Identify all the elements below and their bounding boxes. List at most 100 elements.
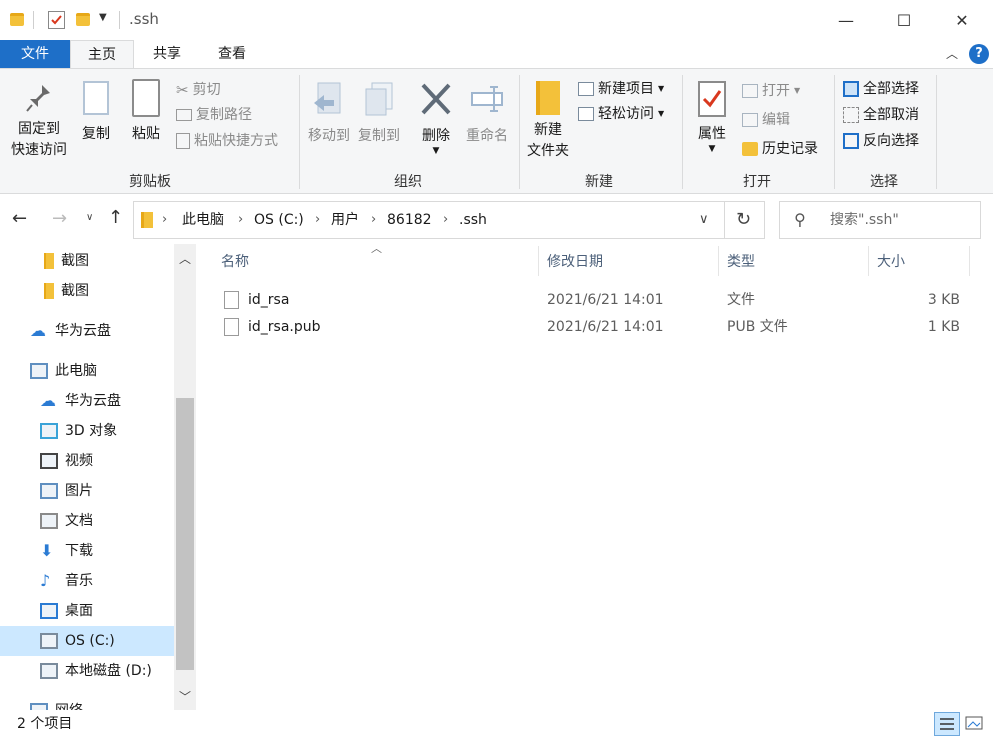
new-folder-button[interactable]: 新建 文件夹 <box>524 81 572 162</box>
refresh-icon[interactable]: ↻ <box>736 209 751 230</box>
breadcrumb-chevron-right-icon[interactable]: › <box>315 202 320 238</box>
nav-item[interactable]: 本地磁盘 (D:) <box>0 656 174 686</box>
column-header-date[interactable]: 修改日期 <box>547 244 603 280</box>
select-none-button[interactable]: 全部取消 <box>843 103 919 127</box>
clipboard-group-label: 剪贴板 <box>129 174 171 190</box>
new-folder-icon[interactable] <box>76 13 90 26</box>
cut-button[interactable]: ✂ 剪切 <box>176 78 221 102</box>
breadcrumb-this-pc[interactable]: 此电脑 <box>182 202 224 238</box>
nav-item[interactable]: 视频 <box>0 446 174 476</box>
help-icon[interactable]: ? <box>969 44 989 64</box>
delete-button[interactable]: 删除 ▼ <box>414 81 458 156</box>
back-arrow-icon[interactable]: ← <box>12 208 27 229</box>
maximize-button[interactable]: ☐ <box>876 0 932 40</box>
search-input[interactable]: 搜索".ssh" <box>830 202 899 238</box>
column-header-type[interactable]: 类型 <box>727 244 755 280</box>
tab-share[interactable]: 共享 <box>136 40 198 68</box>
address-history-chevron-down-icon[interactable]: ∨ <box>699 212 709 227</box>
properties-button[interactable]: 属性 ▼ <box>690 81 734 154</box>
nav-item-label: 音乐 <box>65 573 93 589</box>
paste-label: 粘贴 <box>132 126 160 142</box>
file-row[interactable]: id_rsa 2021/6/21 14:01 文件 3 KB <box>220 287 980 313</box>
recent-locations-chevron-down-icon[interactable]: ∨ <box>86 212 93 223</box>
search-icon: ⚲ <box>794 210 806 229</box>
nav-item-label: 截图 <box>61 253 89 269</box>
forward-arrow-icon[interactable]: → <box>52 208 67 229</box>
breadcrumb-user-86182[interactable]: 86182 <box>387 202 432 238</box>
nav-item-label: 网络 <box>55 696 83 710</box>
pin-to-quick-access-button[interactable]: 固定到 快速访问 <box>6 81 72 161</box>
close-button[interactable]: ✕ <box>934 0 990 40</box>
up-arrow-icon[interactable]: ↑ <box>108 207 123 228</box>
delete-x-icon <box>419 81 453 117</box>
rename-button[interactable]: 重命名 <box>462 81 512 147</box>
tab-file[interactable]: 文件 <box>0 40 70 68</box>
invert-selection-button[interactable]: 反向选择 <box>843 129 919 153</box>
properties-dropdown-chevron-icon[interactable]: ▼ <box>690 145 734 154</box>
collapse-ribbon-chevron-up-icon[interactable]: ︿ <box>946 45 958 62</box>
copy-to-button[interactable]: 复制到 <box>354 81 404 147</box>
nav-item[interactable]: OS (C:) <box>0 626 174 656</box>
breadcrumb-chevron-right-icon[interactable]: › <box>238 202 243 238</box>
easy-access-chevron-down-icon: ▼ <box>658 109 665 118</box>
video-icon <box>40 453 58 469</box>
copy-path-button[interactable]: 复制路径 <box>176 103 252 127</box>
column-divider[interactable] <box>868 246 869 276</box>
breadcrumb-os-c[interactable]: OS (C:) <box>254 202 304 238</box>
nav-item[interactable]: ☁ 华为云盘 <box>0 316 174 346</box>
easy-access-button[interactable]: 轻松访问 ▼ <box>578 102 664 126</box>
breadcrumb-chevron-right-icon[interactable]: › <box>162 202 167 238</box>
breadcrumb-ssh[interactable]: .ssh <box>459 202 487 238</box>
nav-item[interactable]: 桌面 <box>0 596 174 626</box>
select-none-icon <box>843 107 859 123</box>
breadcrumb-users[interactable]: 用户 <box>331 202 359 238</box>
history-button[interactable]: 历史记录 <box>742 137 818 161</box>
details-view-icon[interactable] <box>934 712 960 736</box>
file-row[interactable]: id_rsa.pub 2021/6/21 14:01 PUB 文件 1 KB <box>220 314 980 340</box>
column-divider[interactable] <box>718 246 719 276</box>
cube-icon <box>40 423 58 439</box>
divider <box>724 202 725 238</box>
breadcrumb-chevron-right-icon[interactable]: › <box>443 202 448 238</box>
nav-item[interactable]: 截图 <box>0 246 174 276</box>
nav-item[interactable]: 文档 <box>0 506 174 536</box>
scroll-down-chevron-icon[interactable]: ﹀ <box>179 688 191 705</box>
customize-toolbar-chevron-down-icon[interactable]: ▼ <box>99 12 107 23</box>
nav-scrollbar[interactable]: ︿ ﹀ <box>174 244 196 710</box>
column-divider[interactable] <box>969 246 970 276</box>
tab-home[interactable]: 主页 <box>70 40 134 68</box>
nav-item[interactable]: ☁ 华为云盘 <box>0 386 174 416</box>
column-header-size[interactable]: 大小 <box>877 244 905 280</box>
paste-shortcut-button[interactable]: 粘贴快捷方式 <box>176 129 278 153</box>
nav-item[interactable]: 此电脑 <box>0 356 174 386</box>
copy-button[interactable]: 复制 <box>76 81 116 145</box>
nav-item[interactable]: ⬇ 下载 <box>0 536 174 566</box>
new-item-button[interactable]: 新建项目 ▼ <box>578 77 664 101</box>
minimize-button[interactable]: — <box>818 0 874 40</box>
open-button[interactable]: 打开 ▼ <box>742 79 800 103</box>
nav-item[interactable]: 图片 <box>0 476 174 506</box>
scroll-up-chevron-icon[interactable]: ︿ <box>179 250 191 267</box>
nav-item[interactable]: 截图 <box>0 276 174 306</box>
scrollbar-thumb[interactable] <box>176 398 194 670</box>
edit-label: 编辑 <box>762 112 790 128</box>
breadcrumb-chevron-right-icon[interactable]: › <box>371 202 376 238</box>
column-divider[interactable] <box>538 246 539 276</box>
paste-button[interactable]: 粘贴 <box>126 79 166 145</box>
select-all-icon <box>843 81 859 97</box>
move-to-button[interactable]: 移动到 <box>304 81 354 147</box>
nav-item-label: 3D 对象 <box>65 423 118 439</box>
address-bar[interactable]: › 此电脑 › OS (C:) › 用户 › 86182 › .ssh ∨ ↻ <box>133 201 765 239</box>
large-icons-view-icon[interactable] <box>964 714 984 732</box>
tab-view[interactable]: 查看 <box>200 40 264 68</box>
nav-item[interactable]: ♪ 音乐 <box>0 566 174 596</box>
search-box[interactable]: ⚲ 搜索".ssh" <box>779 201 981 239</box>
edit-button[interactable]: 编辑 <box>742 108 790 132</box>
nav-item-label: OS (C:) <box>65 633 115 649</box>
column-header-name[interactable]: 名称 <box>221 244 249 280</box>
select-all-button[interactable]: 全部选择 <box>843 77 919 101</box>
properties-checkmark-icon[interactable] <box>48 11 65 29</box>
delete-dropdown-chevron-icon[interactable]: ▼ <box>414 147 458 156</box>
nav-item[interactable]: 网络 <box>0 696 174 710</box>
nav-item[interactable]: 3D 对象 <box>0 416 174 446</box>
